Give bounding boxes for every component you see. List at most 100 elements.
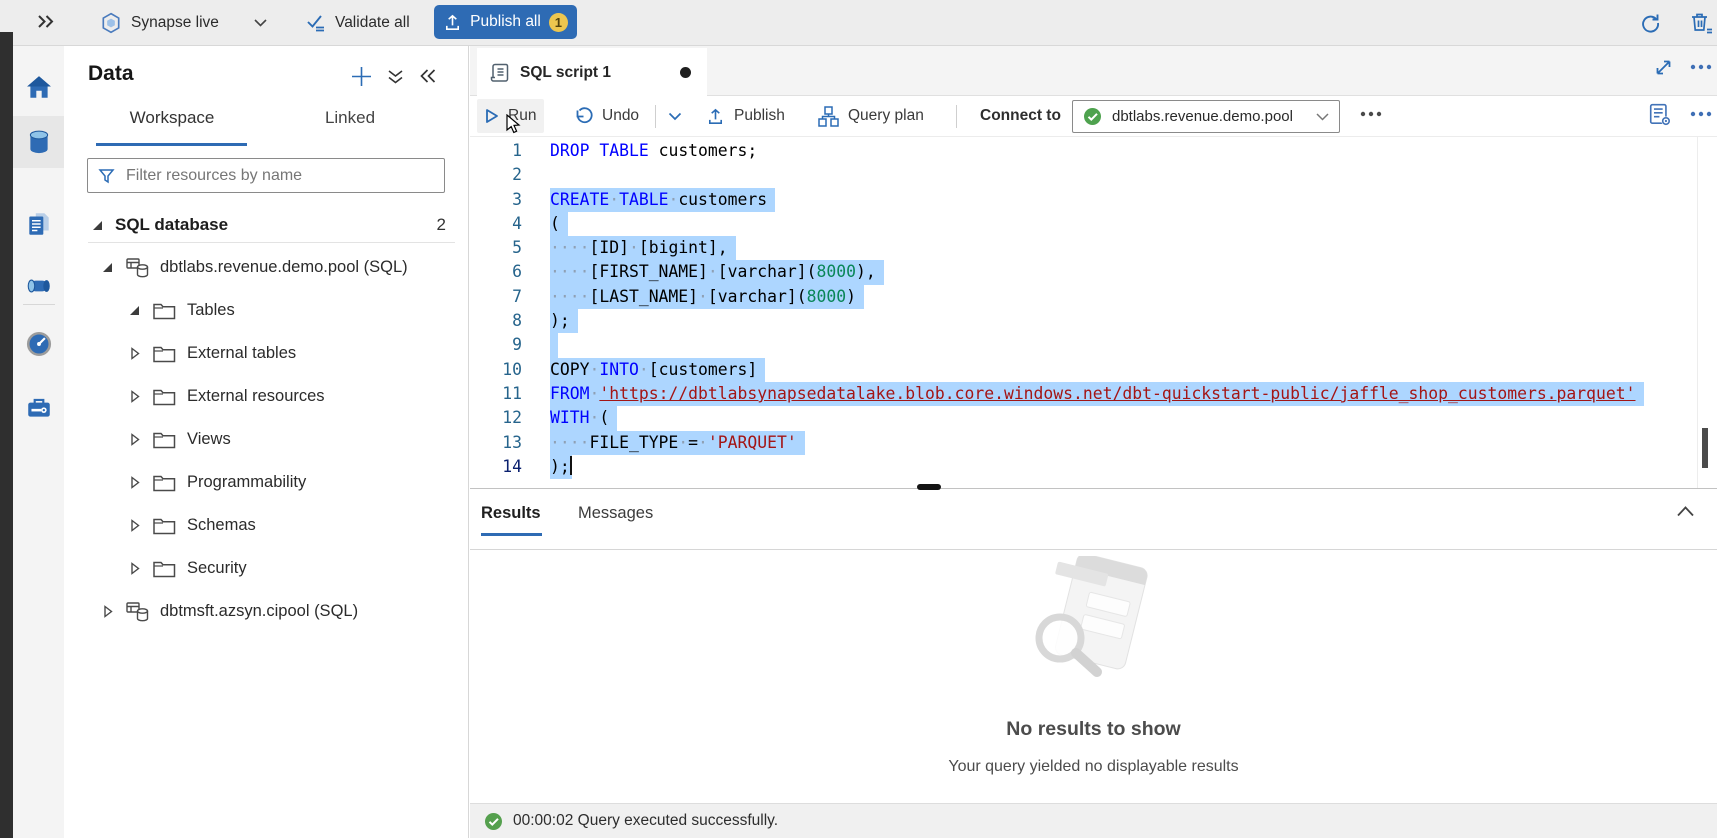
undo-button[interactable]: Undo bbox=[566, 99, 647, 133]
collapse-node-icon[interactable] bbox=[93, 221, 102, 230]
active-tab-underline bbox=[96, 143, 247, 146]
code-line[interactable]: 9 bbox=[470, 333, 1717, 357]
refresh-icon[interactable] bbox=[1638, 11, 1662, 35]
code-line[interactable]: 5····[ID]·[bigint], bbox=[470, 236, 1717, 260]
publish-upload-icon bbox=[443, 13, 462, 32]
collapse-node-icon[interactable] bbox=[101, 263, 114, 272]
section-count: 2 bbox=[437, 215, 446, 235]
nav-manage-button[interactable] bbox=[13, 382, 64, 434]
filter-input[interactable]: Filter resources by name bbox=[87, 158, 445, 193]
expand-editor-icon[interactable] bbox=[1653, 57, 1674, 78]
validate-all-label: Validate all bbox=[335, 14, 410, 32]
undo-label: Undo bbox=[602, 107, 639, 125]
tab-linked[interactable]: Linked bbox=[275, 108, 425, 142]
tree-item[interactable]: Security bbox=[64, 547, 468, 590]
tree-item[interactable]: Schemas bbox=[64, 504, 468, 547]
expand-node-icon[interactable] bbox=[128, 390, 141, 403]
tree-item[interactable]: dbtmsft.azsyn.cipool (SQL) bbox=[64, 590, 468, 633]
trash-icon[interactable] bbox=[1688, 10, 1714, 36]
tab-results[interactable]: Results bbox=[481, 504, 541, 523]
tab-more-icon[interactable] bbox=[1690, 64, 1712, 70]
toolbar-overflow-icon[interactable] bbox=[1690, 111, 1712, 117]
code-line[interactable]: 6····[FIRST_NAME]·[varchar](8000), bbox=[470, 260, 1717, 284]
code-line[interactable]: 12WITH·( bbox=[470, 406, 1717, 430]
code-line[interactable]: 10COPY·INTO·[customers] bbox=[470, 358, 1717, 382]
collapsed-left-edge bbox=[0, 32, 13, 838]
code-line[interactable]: 2 bbox=[470, 163, 1717, 187]
pipeline-icon bbox=[25, 272, 53, 300]
expand-node-icon[interactable] bbox=[128, 476, 141, 489]
code-line[interactable]: 11FROM·'https://dbtlabsynapsedatalake.bl… bbox=[470, 382, 1717, 406]
collapse-all-icon[interactable] bbox=[387, 69, 404, 85]
branch-switcher[interactable]: Synapse live bbox=[100, 0, 267, 46]
database-icon bbox=[125, 256, 150, 280]
tree-item[interactable]: dbtlabs.revenue.demo.pool (SQL) bbox=[64, 246, 468, 289]
folder-icon bbox=[152, 559, 177, 579]
publish-icon bbox=[706, 107, 725, 126]
tab-workspace[interactable]: Workspace bbox=[97, 108, 247, 142]
home-icon bbox=[25, 73, 53, 101]
code-line[interactable]: 7····[LAST_NAME]·[varchar](8000) bbox=[470, 285, 1717, 309]
code-text: ····FILE_TYPE·=·'PARQUET' bbox=[550, 431, 805, 455]
query-status-text: 00:00:02 Query executed successfully. bbox=[513, 812, 778, 830]
toolbox-icon bbox=[25, 394, 53, 422]
expand-node-icon[interactable] bbox=[101, 605, 114, 618]
connected-check-icon bbox=[1083, 107, 1102, 126]
publish-all-button[interactable]: Publish all 1 bbox=[434, 5, 577, 39]
empty-state-title: No results to show bbox=[470, 718, 1717, 741]
tree-item[interactable]: Tables bbox=[64, 289, 468, 332]
results-splitter[interactable] bbox=[470, 488, 1717, 489]
nav-monitor-button[interactable] bbox=[13, 318, 64, 370]
code-line[interactable]: 1DROP TABLE customers; bbox=[470, 139, 1717, 163]
code-line[interactable]: 13····FILE_TYPE·=·'PARQUET' bbox=[470, 431, 1717, 455]
add-resource-icon[interactable] bbox=[350, 65, 373, 88]
tree-item[interactable]: Programmability bbox=[64, 461, 468, 504]
code-text: COPY·INTO·[customers] bbox=[550, 358, 765, 382]
sql-code-editor[interactable]: 1DROP TABLE customers;23CREATE·TABLE·cus… bbox=[470, 137, 1717, 488]
filter-funnel-icon bbox=[98, 168, 115, 184]
expand-node-icon[interactable] bbox=[128, 562, 141, 575]
publish-button[interactable]: Publish bbox=[698, 99, 793, 133]
undo-redo-dropdown-icon[interactable] bbox=[660, 99, 690, 133]
nav-home-button[interactable] bbox=[13, 61, 64, 113]
tab-sql-script-1[interactable]: SQL script 1 bbox=[477, 48, 707, 97]
tree-item[interactable]: External tables bbox=[64, 332, 468, 375]
tree-item[interactable]: Views bbox=[64, 418, 468, 461]
editor-scrollbar-thumb[interactable] bbox=[1702, 428, 1708, 468]
chevron-down-icon bbox=[1316, 113, 1329, 121]
empty-state-subtitle: Your query yielded no displayable result… bbox=[470, 758, 1717, 776]
tab-messages[interactable]: Messages bbox=[578, 504, 653, 523]
nav-rail-divider bbox=[23, 304, 55, 305]
toolbar-more-icon[interactable] bbox=[1360, 111, 1382, 117]
nav-develop-button[interactable] bbox=[13, 198, 64, 250]
publish-label: Publish bbox=[734, 107, 785, 125]
query-plan-button[interactable]: Query plan bbox=[810, 99, 932, 133]
code-line[interactable]: 3CREATE·TABLE·customers bbox=[470, 188, 1717, 212]
code-line[interactable]: 4( bbox=[470, 212, 1717, 236]
connect-to-dropdown[interactable]: dbtlabs.revenue.demo.pool bbox=[1072, 100, 1340, 133]
code-line[interactable]: 8); bbox=[470, 309, 1717, 333]
success-check-icon bbox=[484, 812, 503, 831]
nav-data-button[interactable] bbox=[13, 116, 64, 168]
line-number: 8 bbox=[470, 309, 522, 333]
properties-icon[interactable] bbox=[1648, 102, 1673, 127]
double-chevron-right-icon[interactable] bbox=[36, 13, 55, 30]
tree-section-sql-database[interactable]: SQL database 2 bbox=[64, 204, 468, 246]
collapse-panel-icon[interactable] bbox=[419, 68, 437, 84]
tree-item-label: External tables bbox=[187, 344, 296, 363]
tree-item[interactable]: External resources bbox=[64, 375, 468, 418]
expand-node-icon[interactable] bbox=[128, 519, 141, 532]
code-line[interactable]: 14); bbox=[470, 455, 1717, 479]
expand-node-icon[interactable] bbox=[128, 433, 141, 446]
validate-all-button[interactable]: Validate all bbox=[306, 0, 410, 46]
collapse-results-icon[interactable] bbox=[1676, 505, 1695, 517]
tree-item-label: Security bbox=[187, 559, 247, 578]
expand-node-icon[interactable] bbox=[128, 347, 141, 360]
toolbar-divider bbox=[956, 105, 957, 128]
tree-item-label: Tables bbox=[187, 301, 235, 320]
run-button[interactable]: Run bbox=[477, 99, 544, 133]
editor-scrollbar-track bbox=[1697, 137, 1698, 488]
splitter-drag-handle[interactable] bbox=[917, 484, 941, 490]
collapse-node-icon[interactable] bbox=[128, 306, 141, 315]
unsaved-changes-dot bbox=[680, 67, 691, 78]
